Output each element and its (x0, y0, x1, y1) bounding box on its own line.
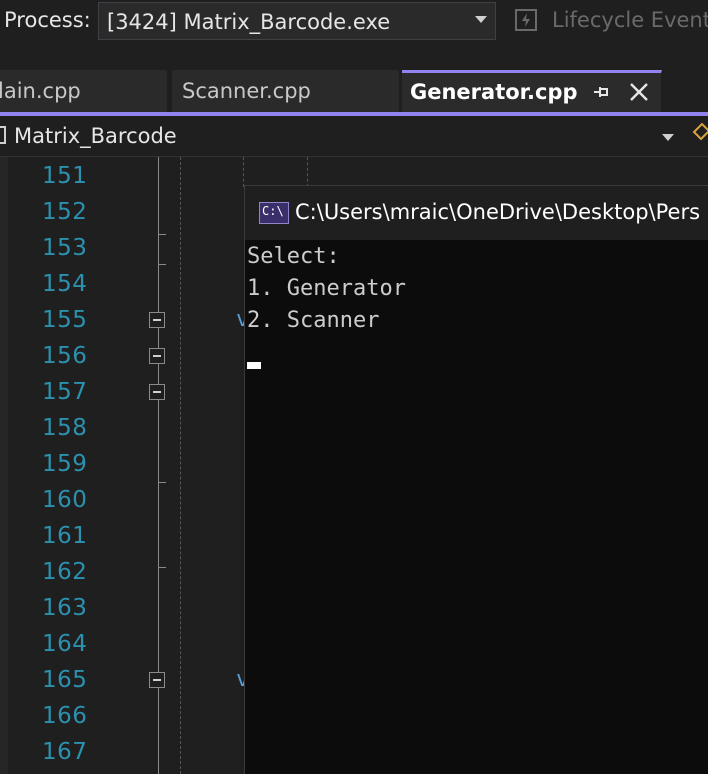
project-dropdown-value: Matrix_Barcode (14, 124, 177, 148)
tab-label: Scanner.cpp (182, 79, 311, 103)
line-number: 162 (42, 559, 88, 585)
gutter-margin (0, 157, 8, 774)
line-number: 164 (42, 631, 88, 657)
indent-guide (180, 157, 181, 774)
outline-tick (159, 482, 166, 483)
console-titlebar[interactable]: C:\ C:\Users\mraic\OneDrive\Desktop\Pers (245, 186, 708, 240)
tab-main-cpp[interactable]: lain.cpp (0, 70, 168, 112)
process-dropdown[interactable]: [3424] Matrix_Barcode.exe (98, 2, 496, 40)
document-tabs: lain.cpp Scanner.cpp Generator.cpp (0, 70, 708, 114)
line-number: 163 (42, 595, 88, 621)
navigation-bar: Matrix_Barcode (0, 116, 708, 157)
tab-label: lain.cpp (0, 79, 81, 103)
tab-generator-cpp[interactable]: Generator.cpp (402, 70, 662, 112)
project-dropdown[interactable]: Matrix_Barcode (0, 118, 684, 154)
project-icon (0, 126, 6, 144)
chevron-down-icon (475, 16, 487, 23)
line-number: 166 (42, 703, 88, 729)
console-app-icon: C:\ (259, 202, 289, 224)
pin-icon[interactable] (590, 81, 612, 103)
outline-tick (159, 567, 166, 568)
close-icon[interactable] (628, 81, 650, 103)
outline-tick (159, 234, 166, 235)
tag-icon[interactable] (690, 122, 708, 144)
line-number: 153 (42, 235, 88, 261)
tab-label: Generator.cpp (410, 80, 578, 104)
tab-scanner-cpp[interactable]: Scanner.cpp (172, 70, 400, 112)
process-label: Process: (4, 8, 91, 32)
line-number: 161 (42, 523, 88, 549)
line-number: 156 (42, 343, 88, 369)
console-line: 1. Generator (247, 276, 406, 301)
line-number: 167 (42, 739, 88, 765)
line-number: 165 (42, 667, 88, 693)
lifecycle-events-label: Lifecycle Event (552, 8, 708, 32)
process-bar: Process: [3424] Matrix_Barcode.exe Lifec… (0, 0, 708, 44)
chevron-down-icon (662, 134, 674, 141)
collapse-toggle-icon[interactable] (149, 672, 165, 688)
line-number: 152 (42, 199, 88, 225)
outline-tick (159, 264, 166, 265)
line-number: 159 (42, 451, 88, 477)
console-title: C:\Users\mraic\OneDrive\Desktop\Pers (295, 200, 701, 224)
console-window[interactable]: C:\ C:\Users\mraic\OneDrive\Desktop\Pers… (244, 185, 708, 774)
line-number: 157 (42, 379, 88, 405)
console-line: 2. Scanner (247, 308, 380, 333)
collapse-toggle-icon[interactable] (149, 348, 165, 364)
line-number: 151 (42, 163, 88, 189)
collapse-toggle-icon[interactable] (149, 384, 165, 400)
line-number: 160 (42, 487, 88, 513)
indent-guide (307, 157, 308, 187)
line-number: 154 (42, 271, 88, 297)
console-cursor (247, 362, 261, 369)
collapse-toggle-icon[interactable] (149, 312, 165, 328)
line-number: 155 (42, 307, 88, 333)
indent-guide (243, 157, 244, 187)
lifecycle-events-icon (515, 9, 537, 31)
process-dropdown-value: [3424] Matrix_Barcode.exe (107, 10, 391, 34)
line-number: 158 (42, 415, 88, 441)
console-line: Select: (247, 244, 340, 269)
